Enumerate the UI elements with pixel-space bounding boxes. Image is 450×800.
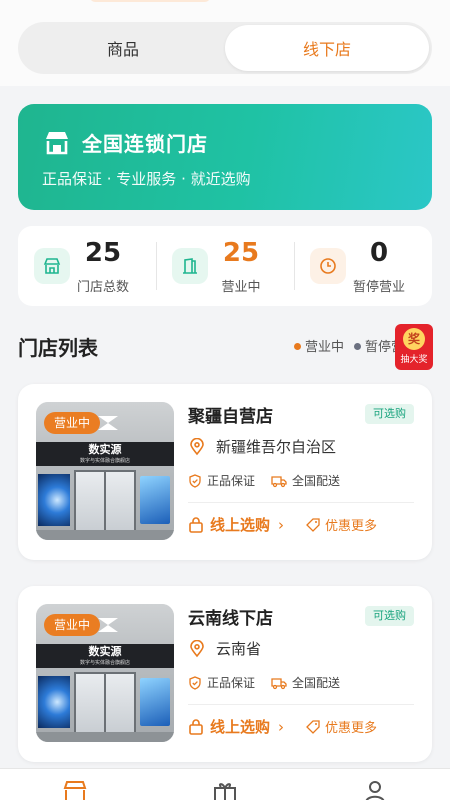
store-name: 聚疆自营店	[188, 407, 273, 427]
store-name: 云南线下店	[188, 609, 273, 629]
stat-open: 25 营业中	[156, 226, 294, 306]
store-card[interactable]: 数实源 数字与实体融合旗舰店 营业中 云南线下店 可选购 云南省 正品保证 全国配…	[18, 586, 432, 762]
tag-icon	[306, 517, 320, 532]
shield-icon	[189, 675, 201, 690]
tab-products[interactable]: 商品	[21, 25, 225, 71]
store-photo: 数实源 数字与实体融合旗舰店 营业中	[36, 604, 174, 742]
open-dot	[294, 343, 301, 350]
truck-icon	[271, 475, 287, 487]
legend-open: 营业中	[305, 340, 345, 355]
lock-bag-icon	[189, 718, 203, 735]
store-actions: 线上选购 › 优惠更多	[188, 716, 377, 737]
store-location: 新疆维吾尔自治区	[188, 436, 336, 457]
prize-button[interactable]: 奖 抽大奖	[395, 324, 433, 370]
chevron-right-icon: ›	[278, 717, 285, 736]
truck-icon	[271, 677, 287, 689]
stat-total-value: 25	[84, 238, 122, 268]
stat-total: 25 门店总数	[18, 226, 156, 306]
banner-subtitle: 正品保证 · 专业服务 · 就近选购	[42, 170, 251, 188]
brand-logo-icon	[98, 618, 118, 632]
shield-icon	[189, 473, 201, 488]
status-badge: 营业中	[44, 614, 101, 636]
store-photo: 数实源 数字与实体融合旗舰店 营业中	[36, 402, 174, 540]
more-deals-button[interactable]: 优惠更多	[306, 717, 377, 736]
stats-card: 25 门店总数 25 营业中 0 暂停营业	[18, 226, 432, 306]
store-card[interactable]: 数实源 数字与实体融合旗舰店 营业中 聚疆自营店 可选购 新疆维吾尔自治区 正品保…	[18, 384, 432, 560]
available-badge: 可选购	[365, 606, 414, 626]
available-badge: 可选购	[365, 404, 414, 424]
location-pin-icon	[190, 437, 204, 455]
tab-offline-stores[interactable]: 线下店	[225, 25, 429, 71]
more-deals-button[interactable]: 优惠更多	[306, 515, 377, 534]
top-area: 商品 线下店	[0, 0, 450, 86]
store-tags: 正品保证 全国配送	[188, 674, 356, 691]
paused-dot	[354, 343, 362, 350]
buy-online-button[interactable]: 线上选购 ›	[188, 716, 284, 737]
prize-coin-icon: 奖	[403, 328, 425, 350]
stat-paused: 0 暂停营业	[294, 226, 432, 306]
divider	[188, 704, 414, 705]
banner-title: 全国连锁门店	[82, 132, 208, 156]
gift-icon[interactable]	[212, 779, 238, 800]
store-sign: 数实源 数字与实体融合旗舰店	[36, 442, 174, 466]
store-actions: 线上选购 › 优惠更多	[188, 514, 377, 535]
prize-label: 抽大奖	[400, 355, 428, 365]
store-tags: 正品保证 全国配送	[188, 472, 356, 489]
stat-open-label: 营业中	[221, 280, 261, 295]
chevron-right-icon: ›	[278, 515, 285, 534]
stat-open-value: 25	[222, 238, 260, 268]
divider	[188, 502, 414, 503]
location-pin-icon	[190, 639, 204, 657]
list-header: 门店列表 营业中 暂停营业	[18, 330, 432, 360]
top-stub	[90, 0, 210, 2]
segmented-control: 商品 线下店	[18, 22, 432, 74]
user-icon[interactable]	[362, 779, 388, 800]
list-title: 门店列表	[18, 336, 98, 360]
stat-paused-label: 暂停营业	[352, 280, 405, 295]
buy-online-button[interactable]: 线上选购 ›	[188, 514, 284, 535]
status-badge: 营业中	[44, 412, 101, 434]
store-sign: 数实源 数字与实体融合旗舰店	[36, 644, 174, 668]
stat-total-label: 门店总数	[76, 280, 129, 295]
tag-icon	[306, 719, 320, 734]
brand-logo-icon	[98, 416, 118, 430]
lock-bag-icon	[189, 516, 203, 533]
bottom-tabbar	[0, 768, 450, 800]
store-icon[interactable]	[62, 779, 88, 800]
store-location: 云南省	[188, 638, 261, 659]
stat-paused-value: 0	[369, 238, 389, 268]
store-icon	[46, 132, 68, 155]
stores-banner: 全国连锁门店 正品保证 · 专业服务 · 就近选购	[18, 104, 432, 210]
